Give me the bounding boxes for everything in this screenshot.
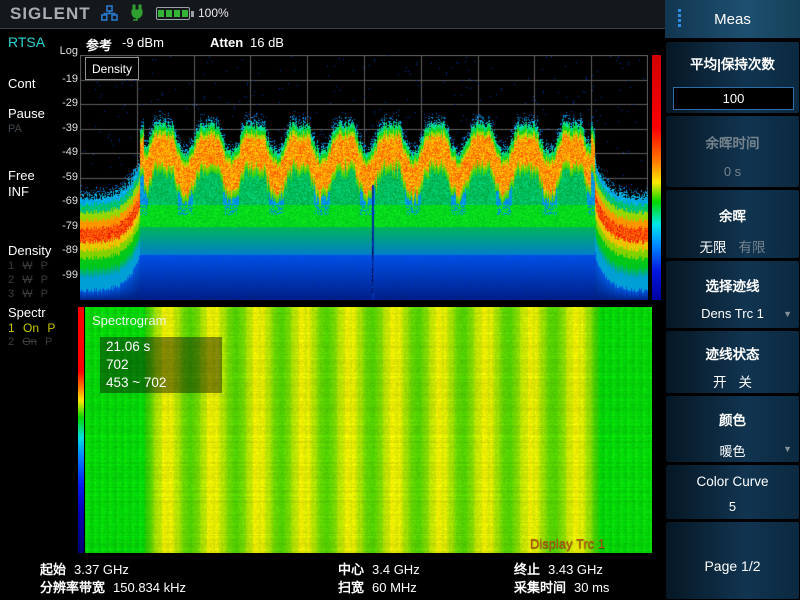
sweep-cont-indicator: Cont <box>8 76 36 91</box>
y-tick: -19 <box>62 73 78 85</box>
mode-indicator: RTSA <box>8 34 46 50</box>
y-tick: -59 <box>62 171 78 183</box>
span-readout: 扫宽 60 MHz <box>338 580 417 595</box>
spectr-traces-label: Spectr <box>8 305 46 320</box>
start-freq-readout: 起始 3.37 GHz <box>40 562 129 577</box>
display-trace-label: Display Trc 1 <box>530 536 606 551</box>
trigger-inf-indicator: INF <box>8 184 29 199</box>
preamp-indicator: PA <box>8 123 22 135</box>
lan-network-icon <box>101 5 118 27</box>
softkey-title: 余晖 <box>719 209 746 224</box>
dropdown-arrow-icon: ▼ <box>783 309 792 319</box>
ref-level-label: 参考 <box>86 38 113 53</box>
softkey-title: 颜色 <box>719 413 746 428</box>
softkey-persist-time[interactable]: 余晖时间 0 s <box>666 116 799 187</box>
y-tick: -99 <box>62 269 78 281</box>
analyzer-screen: SIGLENT 100% RTSA 参考 -9 dBm Atten 16 dB … <box>0 0 800 600</box>
acq-time-readout: 采集时间 30 ms <box>514 580 610 595</box>
softkey-color-curve[interactable]: Color Curve 5 <box>666 465 799 519</box>
y-tick: -39 <box>62 122 78 134</box>
softkey-trace-state[interactable]: 迹线状态 开 关 <box>666 331 799 393</box>
softkey-value: 0 s <box>723 164 742 179</box>
softkey-value: 暖色 <box>719 444 746 459</box>
sweep-pause-indicator: Pause <box>8 106 45 121</box>
softkey-persistence[interactable]: 余晖 无限 有限 <box>666 190 799 258</box>
readout-time: 21.06 s <box>106 339 151 354</box>
readout-range: 453 ~ 702 <box>106 375 167 390</box>
softkey-options: 无限 有限 <box>666 236 799 256</box>
softkey-select-trace[interactable]: 选择迹线 Dens Trc 1 ▼ <box>666 261 799 328</box>
softkey-color[interactable]: 颜色 暖色 ▼ <box>666 396 799 462</box>
softkey-title: 选择迹线 <box>705 279 760 294</box>
amplitude-scale-label: Log <box>59 45 78 57</box>
ref-level-value[interactable]: -9 dBm <box>122 35 164 50</box>
y-tick: -49 <box>62 146 78 158</box>
softkey-title: 迹线状态 <box>705 347 760 362</box>
option-finite[interactable]: 有限 <box>739 236 766 256</box>
y-tick: -89 <box>62 244 78 256</box>
y-tick: -29 <box>62 97 78 109</box>
softkey-page[interactable]: Page 1/2 <box>666 522 799 599</box>
softkey-title: 平均|保持次数 <box>690 57 775 72</box>
softkey-value: Page 1/2 <box>704 558 761 574</box>
rbw-readout: 分辨率带宽 150.834 kHz <box>40 580 187 595</box>
spectr-trace-row-active: 1 On P <box>8 321 56 335</box>
atten-label: Atten <box>210 35 244 50</box>
option-infinite[interactable]: 无限 <box>700 236 727 256</box>
softkey-value: 5 <box>728 499 737 514</box>
menu-dots-icon <box>678 9 681 27</box>
readout-frame: 702 <box>106 357 129 372</box>
battery-tip-icon <box>191 11 194 17</box>
battery-icon <box>156 7 190 20</box>
atten-value[interactable]: 16 dB <box>250 35 284 50</box>
softkey-title: Color Curve <box>696 474 769 489</box>
battery-percent: 100% <box>198 6 229 20</box>
spectrogram-plot-area: Spectrogram 21.06 s 702 453 ~ 702 Displa… <box>78 307 652 553</box>
softkey-value: Dens Trc 1 <box>701 306 764 321</box>
menu-title: Meas <box>714 10 751 28</box>
option-off[interactable]: 关 <box>739 371 753 391</box>
spectrogram-window-tag: Spectrogram <box>92 313 167 328</box>
density-plot-canvas <box>80 55 648 300</box>
avg-hold-count-input[interactable]: 100 <box>673 87 794 110</box>
softkey-avg-hold-count[interactable]: 平均|保持次数 100 <box>666 42 799 113</box>
density-color-legend <box>652 55 661 300</box>
stop-freq-readout: 终止 3.43 GHz <box>514 562 603 577</box>
density-trace-row: 3 W P <box>8 288 48 300</box>
softkey-options: 开 关 <box>666 371 799 391</box>
menu-header[interactable]: Meas <box>665 0 800 38</box>
spectrogram-color-legend <box>78 307 84 553</box>
y-tick: -79 <box>62 220 78 232</box>
softkey-menu: Meas 平均|保持次数 100 余晖时间 0 s 余晖 无限 有限 选择迹线 … <box>665 0 800 600</box>
trigger-free-indicator: Free <box>8 168 35 183</box>
power-plug-icon <box>129 4 145 28</box>
siglent-logo: SIGLENT <box>10 4 91 23</box>
spectrogram-cursor-readout: 21.06 s 702 453 ~ 702 <box>100 337 222 393</box>
center-freq-readout: 中心 3.4 GHz <box>338 562 420 577</box>
softkey-title: 余晖时间 <box>705 136 760 151</box>
option-on[interactable]: 开 <box>713 371 727 391</box>
dropdown-arrow-icon: ▼ <box>783 444 792 454</box>
y-tick: -69 <box>62 195 78 207</box>
density-plot-area: Density <box>80 55 648 300</box>
spectr-trace-row: 2 On P <box>8 336 53 348</box>
density-window-tag: Density <box>85 57 139 80</box>
